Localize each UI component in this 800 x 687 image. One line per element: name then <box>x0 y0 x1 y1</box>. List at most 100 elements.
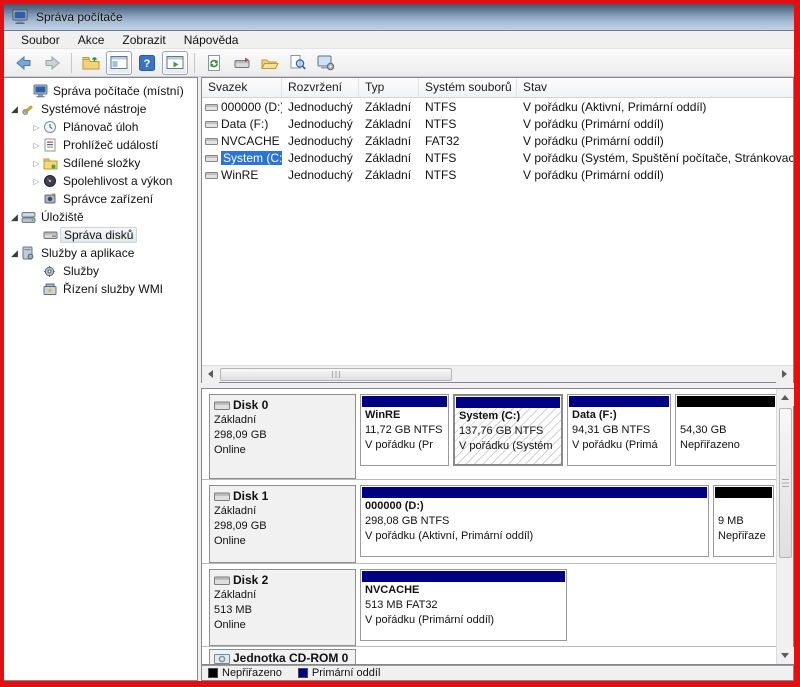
volume-name-cell: 000000 (D:) <box>202 100 282 114</box>
volume-row[interactable]: NVCACHEJednoduchýZákladníFAT32V pořádku … <box>202 132 793 149</box>
expander-collapsed-icon[interactable]: ▷ <box>30 159 43 168</box>
tree-item-label[interactable]: Řízení služby WMI <box>60 282 166 296</box>
scroll-left-button[interactable] <box>202 366 219 383</box>
cd-icon <box>214 653 230 665</box>
expander-collapsed-icon[interactable]: ▷ <box>30 123 43 132</box>
tree-item-services-apps[interactable]: ◢ Služby a aplikace <box>4 244 197 262</box>
column-header-4[interactable]: Stav <box>517 78 793 97</box>
partition-unallocated[interactable]: 9 MBNepřiřaze <box>713 485 774 557</box>
toolbar-help-button[interactable]: ? <box>134 51 160 75</box>
tree-item-label[interactable]: Správce zařízení <box>60 192 156 206</box>
column-header-2[interactable]: Typ <box>359 78 419 97</box>
volume-row[interactable]: System (C:)JednoduchýZákladníNTFSV pořád… <box>202 149 793 166</box>
toolbar-rescan-disks-button[interactable] <box>229 51 255 75</box>
toolbar-separator <box>194 53 195 73</box>
volume-row[interactable]: Data (F:)JednoduchýZákladníNTFSV pořádku… <box>202 115 793 132</box>
partition-status: V pořádku (Aktivní, Primární oddíl) <box>365 529 708 544</box>
horizontal-scrollbar[interactable] <box>202 365 793 382</box>
expander-expanded-icon[interactable]: ◢ <box>8 212 21 223</box>
folder-arrow-icon <box>82 55 100 70</box>
vertical-scroll-thumb[interactable] <box>779 408 792 558</box>
menu-item-zobrazit[interactable]: Zobrazit <box>113 32 174 48</box>
performance-icon <box>43 174 60 188</box>
computer-management-window: Správa počítače SouborAkceZobrazitNápově… <box>4 4 794 681</box>
tree-item-label[interactable]: Správa disků <box>60 227 137 243</box>
volume-name[interactable]: 000000 (D:) <box>221 100 282 114</box>
expander-expanded-icon[interactable]: ◢ <box>8 104 21 115</box>
tree-item-event-viewer[interactable]: ▷ Prohlížeč událostí <box>4 136 197 154</box>
volume-name[interactable]: NVCACHE <box>221 134 280 148</box>
legend-item: Nepřiřazeno <box>208 667 282 679</box>
column-header-3[interactable]: Systém souborů <box>419 78 517 97</box>
expander-collapsed-icon[interactable]: ▷ <box>30 177 43 186</box>
vertical-scrollbar[interactable] <box>776 389 793 664</box>
partition-status: Nepřiřazeno <box>680 438 776 453</box>
disk-label-box[interactable]: Disk 2Základní513 MBOnline <box>209 569 356 646</box>
disk-label-box[interactable]: Disk 0Základní298,09 GBOnline <box>209 394 356 479</box>
toolbar-back-button[interactable] <box>11 51 37 75</box>
menu-item-akce[interactable]: Akce <box>69 32 114 48</box>
partition-box[interactable]: Data (F:)94,31 GB NTFSV pořádku (Primá <box>567 394 671 466</box>
tree-item-shared-folders[interactable]: ▷ Sdílené složky <box>4 154 197 172</box>
volume-name[interactable]: Data (F:) <box>221 117 268 131</box>
tree-item-storage[interactable]: ◢ Úložiště <box>4 208 197 226</box>
disk-status: Online <box>214 534 351 549</box>
toolbar-export-list-button[interactable] <box>78 51 104 75</box>
tree-item-label[interactable]: Sdílené složky <box>60 156 143 170</box>
tree-item-services[interactable]: Služby <box>4 262 197 280</box>
partition-box[interactable]: System (C:)137,76 GB NTFSV pořádku (Syst… <box>453 394 563 466</box>
volume-name[interactable]: WinRE <box>221 168 258 182</box>
cdrom-row: Jednotka CD-ROM 0 <box>202 647 776 664</box>
toolbar-open-button[interactable] <box>257 51 283 75</box>
column-header-1[interactable]: Rozvržení <box>282 78 359 97</box>
disk-type: Základní <box>214 588 351 603</box>
volume-row[interactable]: 000000 (D:)JednoduchýZákladníNTFSV pořád… <box>202 98 793 115</box>
partition-box[interactable]: WinRE11,72 GB NTFSV pořádku (Pr <box>360 394 449 466</box>
tree-item-wmi[interactable]: Řízení služby WMI <box>4 280 197 298</box>
tree-item-label[interactable]: Systémové nástroje <box>38 102 149 116</box>
partition-size: 513 MB FAT32 <box>365 598 566 613</box>
tree-item-device-manager[interactable]: Správce zařízení <box>4 190 197 208</box>
toolbar-refresh-button[interactable] <box>201 51 227 75</box>
partition-size: 54,30 GB <box>680 423 776 438</box>
partition-legend: NepřiřazenoPrimární oddíl <box>201 665 794 681</box>
tree-item-label[interactable]: Správa počítače (místní) <box>50 84 187 98</box>
menu-item-soubor[interactable]: Soubor <box>12 32 69 48</box>
tree-item-label[interactable]: Prohlížeč událostí <box>60 138 161 152</box>
tree-item-tools[interactable]: ◢ Systémové nástroje <box>4 100 197 118</box>
scroll-down-button[interactable] <box>777 647 794 664</box>
toolbar-view-button[interactable] <box>285 51 311 75</box>
tree-item-label[interactable]: Plánovač úloh <box>60 120 141 134</box>
expander-collapsed-icon[interactable]: ▷ <box>30 141 43 150</box>
scroll-right-button[interactable] <box>776 366 793 383</box>
expander-expanded-icon[interactable]: ◢ <box>8 248 21 259</box>
cdrom-label-box[interactable]: Jednotka CD-ROM 0 <box>209 649 356 664</box>
title-bar[interactable]: Správa počítače <box>4 4 794 31</box>
scroll-up-button[interactable] <box>777 389 794 406</box>
tree-item-label[interactable]: Úložiště <box>38 210 87 224</box>
disk-label-box[interactable]: Disk 1Základní298,09 GBOnline <box>209 485 356 563</box>
partition-box[interactable]: 000000 (D:)298,08 GB NTFSV pořádku (Akti… <box>360 485 709 557</box>
hdd-icon <box>214 575 230 586</box>
tree-item-computer[interactable]: Správa počítače (místní) <box>4 82 197 100</box>
tree-item-label[interactable]: Služby <box>60 264 102 278</box>
partition-unallocated[interactable]: 54,30 GBNepřiřazeno <box>675 394 776 466</box>
volume-name-cell: NVCACHE <box>202 134 282 148</box>
column-header-0[interactable]: Svazek <box>202 78 282 97</box>
tree-item-scheduler[interactable]: ▷ Plánovač úloh <box>4 118 197 136</box>
toolbar-action-pane-toggle-button[interactable] <box>162 51 188 75</box>
volume-disk-icon <box>205 170 218 180</box>
volume-name[interactable]: System (C:) <box>221 151 282 165</box>
tree-item-label[interactable]: Služby a aplikace <box>38 246 137 260</box>
disk-scroll-region: Disk 0Základní298,09 GBOnlineWinRE11,72 … <box>202 389 793 664</box>
partition-box[interactable]: NVCACHE513 MB FAT32V pořádku (Primární o… <box>360 569 567 641</box>
menu-item-napoveda[interactable]: Nápověda <box>175 32 248 48</box>
tree-item-disk-management[interactable]: Správa disků <box>4 226 197 244</box>
tree-item-label[interactable]: Spolehlivost a výkon <box>60 174 175 188</box>
toolbar-console-tree-toggle-button[interactable] <box>106 51 132 75</box>
tree-item-performance[interactable]: ▷ Spolehlivost a výkon <box>4 172 197 190</box>
horizontal-scroll-thumb[interactable] <box>220 368 452 381</box>
toolbar-manage-button[interactable] <box>313 51 339 75</box>
volume-row[interactable]: WinREJednoduchýZákladníNTFSV pořádku (Pr… <box>202 166 793 183</box>
toolbar-forward-button[interactable] <box>39 51 65 75</box>
